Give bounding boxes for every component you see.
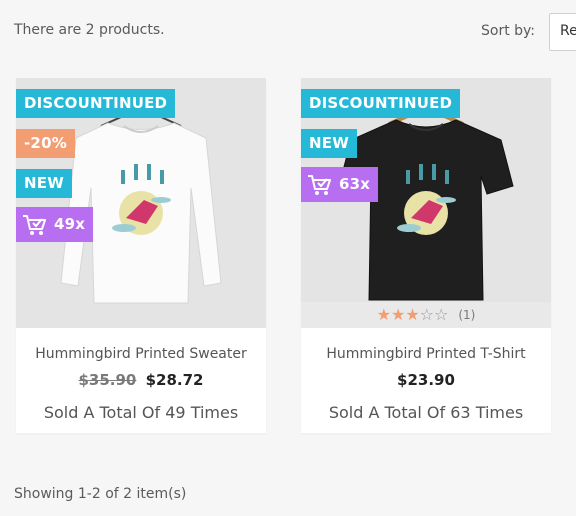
- current-price: $28.72: [145, 371, 204, 389]
- current-price: $23.90: [397, 371, 455, 389]
- product-count: There are 2 products.: [14, 22, 165, 38]
- discontinued-badge: DISCOUNTINUED: [301, 89, 461, 118]
- rating-count: (1): [458, 308, 476, 322]
- product-thumbnail[interactable]: DISCOUNTINUED NEW 63x ★★★☆☆ (1): [301, 78, 551, 328]
- star-empty-icon: ☆: [419, 305, 435, 324]
- product-card-tshirt[interactable]: DISCOUNTINUED NEW 63x ★★★☆☆ (1) Hummingb…: [301, 78, 551, 433]
- sold-count-text: 63x: [339, 175, 371, 193]
- products-top-bar: There are 2 products. Sort by: Relevance: [0, 0, 576, 62]
- price-row: $35.90 $28.72: [16, 371, 266, 389]
- product-thumbnail[interactable]: DISCOUNTINUED -20% NEW 49x: [16, 78, 266, 328]
- star-empty-icon: ☆: [434, 305, 449, 324]
- new-badge: NEW: [16, 169, 72, 198]
- sold-count-badge: 63x: [301, 167, 379, 202]
- sold-count-badge: 49x: [16, 207, 94, 242]
- cart-check-icon: [308, 174, 331, 195]
- sort-select[interactable]: Relevance: [549, 13, 576, 51]
- price-row: $23.90: [301, 371, 551, 389]
- discount-badge: -20%: [16, 129, 75, 158]
- sold-total-text: Sold A Total Of 63 Times: [328, 403, 524, 422]
- sold-count-text: 49x: [54, 215, 86, 233]
- product-card-sweater[interactable]: DISCOUNTINUED -20% NEW 49x Hummingbird P…: [16, 78, 266, 433]
- regular-price: $35.90: [78, 371, 137, 389]
- star-filled-icon: ★: [405, 305, 420, 324]
- product-title[interactable]: Hummingbird Printed Sweater: [16, 346, 266, 362]
- star-rating: ★★★☆☆: [377, 307, 449, 323]
- star-filled-icon: ★: [390, 305, 406, 324]
- sort-label: Sort by:: [481, 23, 536, 39]
- discontinued-badge: DISCOUNTINUED: [16, 89, 176, 118]
- pagination-summary: Showing 1-2 of 2 item(s): [14, 486, 187, 502]
- star-filled-icon: ★: [376, 305, 391, 324]
- rating-bar: ★★★☆☆ (1): [301, 302, 551, 328]
- product-title[interactable]: Hummingbird Printed T-Shirt: [301, 346, 551, 362]
- cart-check-icon: [23, 214, 46, 235]
- sold-total-text: Sold A Total Of 49 Times: [43, 403, 239, 422]
- new-badge: NEW: [301, 129, 357, 158]
